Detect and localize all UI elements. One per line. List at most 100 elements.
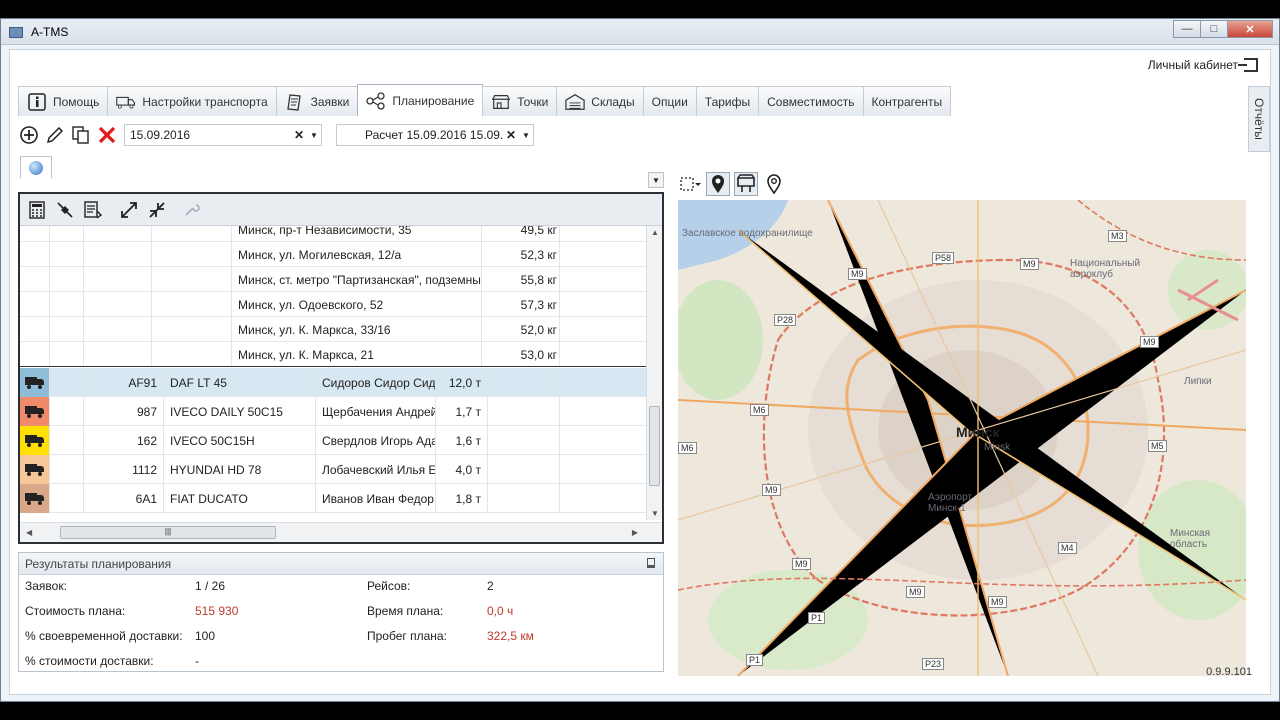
tab-contractors[interactable]: Контрагенты <box>862 86 952 116</box>
tab-warehouses[interactable]: Склады <box>556 86 644 116</box>
vehicle-color-cell <box>20 397 50 426</box>
tab-points[interactable]: Точки <box>482 86 558 116</box>
info-icon <box>27 92 47 111</box>
cabinet-label: Личный кабинет <box>1147 58 1238 72</box>
calculation-value: Расчет 15.09.2016 15.09.2 <box>365 128 503 142</box>
table-row[interactable]: Минск, ул. Одоевского, 52 57,3 кг <box>20 292 646 317</box>
tool-button-disabled[interactable] <box>180 199 202 221</box>
clear-calculation-icon[interactable]: ✕ <box>503 128 519 142</box>
delivery-cost-value: - <box>195 654 199 668</box>
calculator-button[interactable] <box>26 199 48 221</box>
tab-label: Точки <box>517 94 549 109</box>
calculation-combo[interactable]: Расчет 15.09.2016 15.09.2 ✕ ▼ <box>336 124 534 146</box>
delivery-cost-label: % стоимости доставки: <box>25 654 154 668</box>
globe-tab[interactable] <box>20 156 52 178</box>
vehicle-row[interactable]: AF91 DAF LT 45 Сидоров Сидор Сид 12,0 т <box>20 368 646 397</box>
copy-icon <box>72 126 89 144</box>
scrollbar-thumb[interactable]: ||| <box>60 526 276 539</box>
title-bar: A-TMS — □ ✕ <box>1 19 1279 45</box>
version-label: 0.9.9.101 <box>1206 666 1252 678</box>
results-header: Результаты планирования <box>19 553 663 575</box>
date-combo[interactable]: 15.09.2016 ✕ ▼ <box>124 124 322 146</box>
tab-options[interactable]: Опции <box>642 86 697 116</box>
edit-button[interactable] <box>44 124 66 146</box>
copy-button[interactable] <box>70 124 92 146</box>
road-shield: M9 <box>1020 258 1039 270</box>
tab-label: Опции <box>651 94 688 109</box>
road-shield: P1 <box>808 612 826 624</box>
client-area: Личный кабинет Помощь Настройки транспор… <box>9 49 1271 695</box>
clear-date-icon[interactable]: ✕ <box>291 128 307 142</box>
map-pin-icon <box>712 175 724 193</box>
report-button[interactable] <box>82 199 104 221</box>
vehicle-driver: Сидоров Сидор Сид <box>316 368 436 397</box>
horizontal-scrollbar[interactable]: ◀ ||| ▶ <box>20 522 662 542</box>
vehicle-number: 162 <box>100 426 164 455</box>
map-pin-button[interactable] <box>706 172 730 196</box>
vertical-scrollbar[interactable]: ▲ ▼ <box>646 226 662 520</box>
vehicle-model: FIAT DUCATO <box>164 484 316 513</box>
rectangle-select-button[interactable] <box>678 172 702 196</box>
tab-help[interactable]: Помощь <box>18 86 109 116</box>
tab-compatibility[interactable]: Совместимость <box>758 86 864 116</box>
vehicle-number: AF91 <box>100 368 164 397</box>
ontime-label: % своевременной доставки: <box>25 629 183 643</box>
vehicle-capacity: 1,7 т <box>436 397 488 426</box>
table-row[interactable]: Минск, ст. метро "Партизанская", подземн… <box>20 267 646 292</box>
calculator-icon <box>29 200 45 219</box>
panel-dropdown-button[interactable]: ▼ <box>648 172 664 188</box>
exit-icon <box>1238 58 1258 72</box>
maximize-button[interactable]: □ <box>1200 20 1228 38</box>
reports-side-tab[interactable]: Отчёты <box>1248 86 1270 152</box>
expand-button[interactable] <box>118 199 140 221</box>
scrollbar-thumb[interactable] <box>649 406 660 486</box>
scroll-down-icon: ▼ <box>651 509 659 518</box>
road-shield: M9 <box>988 596 1007 608</box>
truck-icon <box>24 406 45 418</box>
vehicle-model: DAF LT 45 <box>164 368 316 397</box>
time-value: 0,0 ч <box>487 604 514 618</box>
unassign-button[interactable] <box>54 199 76 221</box>
tab-planning[interactable]: Планирование <box>357 84 484 116</box>
vehicle-row[interactable]: 6A1 FIAT DUCATO Иванов Иван Федор 1,8 т <box>20 484 646 513</box>
vehicle-number: 6A1 <box>100 484 164 513</box>
table-row[interactable]: Минск, ул. К. Маркса, 33/16 52,0 кг <box>20 317 646 342</box>
red-x-icon <box>98 126 116 144</box>
truck-icon <box>24 435 45 447</box>
tab-tariffs[interactable]: Тарифы <box>695 86 760 116</box>
table-row[interactable]: Минск, ул. К. Маркса, 21 53,0 кг <box>20 342 646 367</box>
minimize-button[interactable]: — <box>1173 20 1201 38</box>
vehicle-row[interactable]: 1112 HYUNDAI HD 78 Лобачевский Илья Е 4,… <box>20 455 646 484</box>
add-button[interactable] <box>18 124 40 146</box>
table-row[interactable]: Минск, пр-т Независимости, 35 49,5 кг <box>20 226 646 242</box>
pin-icon[interactable] <box>647 558 655 568</box>
road-shield: P1 <box>746 654 764 666</box>
table-row[interactable]: Минск, ул. Могилевская, 12/а 52,3 кг <box>20 242 646 267</box>
chevron-down-icon[interactable]: ▼ <box>307 131 321 140</box>
road-shield: P23 <box>922 658 945 670</box>
tab-transport-settings[interactable]: Настройки транспорта <box>107 86 277 116</box>
point-marker-button[interactable] <box>762 172 786 196</box>
vehicle-row[interactable]: 162 IVECO 50C15H Свердлов Игорь Ада 1,6 … <box>20 426 646 455</box>
map-toolbar <box>678 170 786 198</box>
app-window: A-TMS — □ ✕ Личный кабинет Помощь Настро… <box>0 18 1280 702</box>
collapse-button[interactable] <box>146 199 168 221</box>
tab-requests[interactable]: Заявки <box>275 86 359 116</box>
road-shield: M6 <box>678 442 697 454</box>
trips-value: 2 <box>487 579 494 593</box>
vehicle-color-cell <box>20 368 50 397</box>
point-weight: 52,3 кг <box>482 242 560 267</box>
personal-cabinet-link[interactable]: Личный кабинет <box>1148 58 1258 72</box>
map-view[interactable]: Заславское водохранилище Национальный аэ… <box>678 200 1246 676</box>
close-button[interactable]: ✕ <box>1227 20 1273 38</box>
store-pin-button[interactable] <box>734 172 758 196</box>
mileage-value: 322,5 км <box>487 629 534 643</box>
chevron-down-icon[interactable]: ▼ <box>519 131 533 140</box>
vehicle-capacity: 12,0 т <box>436 368 488 397</box>
reservoir-label: Заславское водохранилище <box>682 228 813 239</box>
vehicle-row[interactable]: 987 IVECO DAILY 50C15 Щербачения Андрей … <box>20 397 646 426</box>
delete-button[interactable] <box>96 124 118 146</box>
scroll-left-icon: ◀ <box>26 528 33 537</box>
road-shield: M6 <box>750 404 769 416</box>
road-shield: M4 <box>1058 542 1077 554</box>
